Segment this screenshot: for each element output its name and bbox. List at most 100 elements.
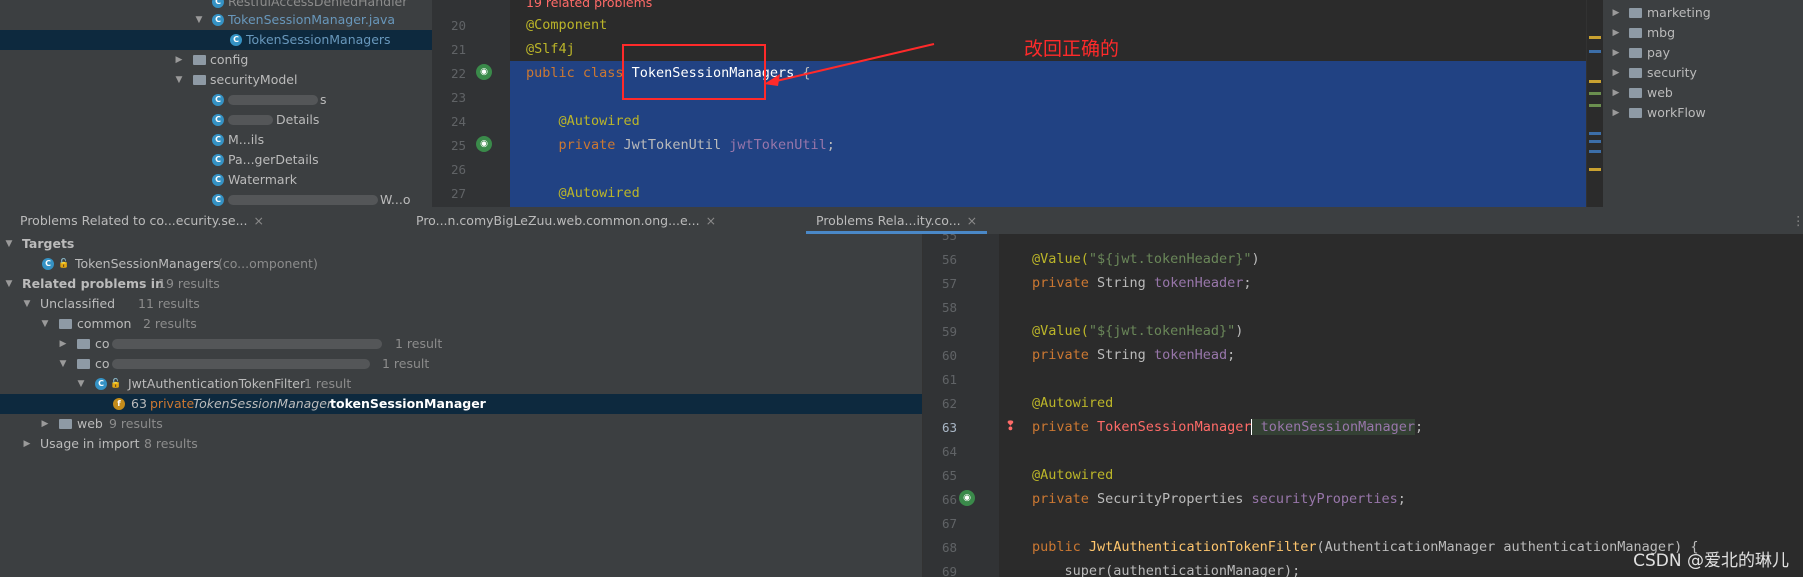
code-line: private SecurityProperties securityPrope… [1032, 491, 1406, 507]
problems-tree: ▼ Targets C 🔓 TokenSessionManagers (co..… [0, 234, 922, 577]
tree-item-target[interactable]: C 🔓 TokenSessionManagers (co...omponent) [0, 254, 922, 274]
close-icon[interactable]: × [254, 213, 264, 228]
tree-item-package[interactable]: ▼ co 1 result [0, 354, 922, 374]
tab-problems-2[interactable]: Pro...n.comyBigLeZuu.web.common.ong...e.… [416, 207, 716, 234]
stripe-mark[interactable] [1589, 132, 1601, 135]
tree-item[interactable]: C s [0, 90, 432, 110]
redacted-text [112, 359, 370, 369]
stripe-mark[interactable] [1589, 36, 1601, 39]
folder-icon [1629, 48, 1642, 58]
tree-item[interactable]: ▶ security [1603, 63, 1803, 83]
tree-item[interactable]: C W...o [0, 190, 432, 207]
tree-item-common[interactable]: ▼ common 2 results [0, 314, 922, 334]
chevron-right-icon[interactable]: ▶ [174, 50, 184, 70]
stripe-mark[interactable] [1589, 104, 1601, 107]
chevron-down-icon[interactable]: ▼ [194, 10, 204, 30]
more-icon[interactable]: ⋮ [1792, 207, 1803, 234]
chevron-right-icon[interactable]: ▶ [22, 434, 32, 454]
tree-item[interactable]: ▶ workFlow [1603, 103, 1803, 123]
chevron-down-icon[interactable]: ▼ [4, 234, 14, 254]
line-number: 60 [941, 348, 957, 363]
tree-item-usage[interactable]: ▶ Usage in import 8 results [0, 434, 922, 454]
code-line: private String tokenHead; [1032, 347, 1236, 363]
bean-gutter-icon[interactable]: ◉ [959, 490, 975, 506]
chevron-down-icon[interactable]: ▼ [40, 314, 50, 334]
tree-item[interactable]: C Watermark [0, 170, 432, 190]
stripe-mark[interactable] [1589, 92, 1601, 95]
chevron-right-icon[interactable]: ▶ [1611, 83, 1621, 103]
chevron-right-icon[interactable]: ▶ [1611, 3, 1621, 23]
line-number: 24 [450, 114, 466, 129]
chevron-right-icon[interactable]: ▶ [58, 334, 68, 354]
line-number: 58 [941, 300, 957, 315]
editor-preview[interactable]: 55 56 @Value("${jwt.tokenHeader}") 57 pr… [922, 234, 1803, 577]
line-number: 21 [450, 42, 466, 57]
folder-icon [59, 419, 72, 429]
stripe-mark[interactable] [1589, 50, 1601, 53]
editor-top[interactable]: 19 related problems 20 @Component 21 @Sl… [432, 0, 1602, 207]
line-number: 68 [941, 540, 957, 555]
chevron-right-icon[interactable]: ▶ [1611, 23, 1621, 43]
code-line: public JwtAuthenticationTokenFilter(Auth… [1032, 539, 1699, 555]
related-problems-hint[interactable]: 19 related problems [526, 0, 652, 10]
error-stripe[interactable] [1586, 0, 1603, 207]
line-number: 56 [941, 252, 957, 267]
line-number: 22 [450, 66, 466, 81]
tree-item[interactable]: C Details [0, 110, 432, 130]
class-icon: C [212, 94, 224, 106]
tree-item-unclassified[interactable]: ▼ Unclassified 11 results [0, 294, 922, 314]
chevron-right-icon[interactable]: ▶ [40, 414, 50, 434]
class-icon: C [95, 378, 107, 390]
chevron-down-icon[interactable]: ▼ [76, 374, 86, 394]
tree-item[interactable]: ▼ securityModel [0, 70, 432, 90]
lock-icon: 🔓 [110, 379, 122, 389]
stripe-mark[interactable] [1589, 168, 1601, 171]
class-icon: C [42, 258, 54, 270]
stripe-mark[interactable] [1589, 150, 1601, 153]
tree-item-problem-selected[interactable]: f 63 private TokenSessionManager tokenSe… [0, 394, 922, 414]
tree-item-related[interactable]: ▼ Related problems in 19 results [0, 274, 922, 294]
tree-item[interactable]: ▶ web [1603, 83, 1803, 103]
chevron-right-icon[interactable]: ▶ [1611, 43, 1621, 63]
field-icon: f [113, 398, 125, 410]
tree-item[interactable]: ▶ mbg [1603, 23, 1803, 43]
folder-icon [77, 339, 90, 349]
tree-item-selected[interactable]: C TokenSessionManagers [0, 30, 432, 50]
tool-window-tabs: Problems Related to co...ecurity.se... × … [0, 207, 1803, 235]
chevron-down-icon[interactable]: ▼ [4, 274, 14, 294]
chevron-right-icon[interactable]: ▶ [1611, 103, 1621, 123]
code-line: @Autowired [526, 185, 640, 201]
class-icon: C [230, 34, 242, 46]
tree-item[interactable]: ▼ C TokenSessionManager.java [0, 10, 432, 30]
tree-item[interactable]: C Pa...gerDetails [0, 150, 432, 170]
tree-item-package[interactable]: ▶ co 1 result [0, 334, 922, 354]
annotation-text: 改回正确的 [1024, 38, 1120, 60]
line-number: 59 [941, 324, 957, 339]
error-bulb-icon[interactable]: ❢ [1005, 419, 1016, 434]
folder-icon [1629, 88, 1642, 98]
chevron-right-icon[interactable]: ▶ [1611, 63, 1621, 83]
bean-gutter-icon[interactable]: ◉ [476, 64, 492, 80]
tab-problems-3[interactable]: Problems Rela...ity.co... × [806, 207, 988, 234]
tab-problems-1[interactable]: Problems Related to co...ecurity.se... × [20, 207, 264, 234]
chevron-down-icon[interactable]: ▼ [58, 354, 68, 374]
stripe-mark[interactable] [1589, 80, 1601, 83]
close-icon[interactable]: × [706, 213, 716, 228]
tree-item-targets[interactable]: ▼ Targets [0, 234, 922, 254]
chevron-down-icon[interactable]: ▼ [22, 294, 32, 314]
close-icon[interactable]: × [967, 213, 977, 228]
stripe-mark[interactable] [1589, 140, 1601, 143]
class-icon: C [212, 194, 224, 206]
code-line: @Value("${jwt.tokenHeader}") [1032, 251, 1260, 267]
tree-item[interactable]: ▶ config [0, 50, 432, 70]
chevron-down-icon[interactable]: ▼ [174, 70, 184, 90]
tree-item-class[interactable]: ▼ C 🔓 JwtAuthenticationTokenFilter 1 res… [0, 374, 922, 394]
code-line: private JwtTokenUtil jwtTokenUtil; [526, 137, 835, 153]
tree-item[interactable]: ▶ marketing [1603, 3, 1803, 23]
bean-gutter-icon[interactable]: ◉ [476, 136, 492, 152]
tree-item[interactable]: ▶ pay [1603, 43, 1803, 63]
tree-item-web[interactable]: ▶ web 9 results [0, 414, 922, 434]
folder-icon [193, 55, 206, 65]
line-number: 69 [941, 564, 957, 577]
tree-item[interactable]: C M...ils [0, 130, 432, 150]
